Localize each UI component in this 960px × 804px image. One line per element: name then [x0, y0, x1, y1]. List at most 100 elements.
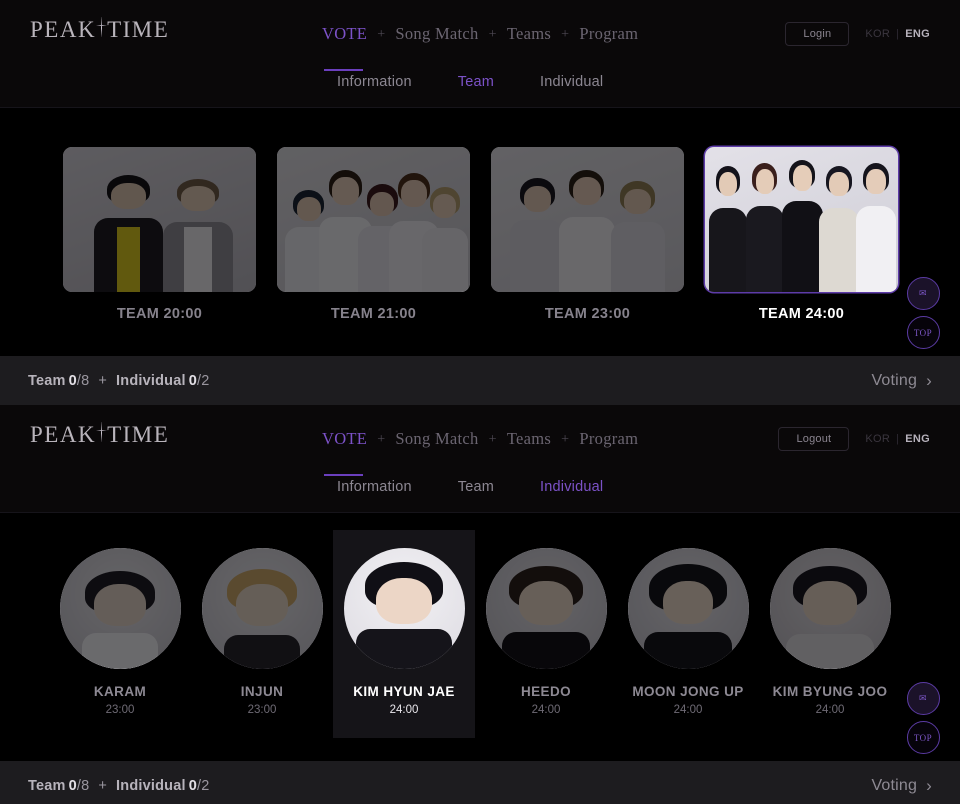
person-card[interactable]: MOON JONG UP 24:00 [617, 530, 759, 738]
nav-item-vote[interactable]: VOTE [322, 24, 367, 71]
tally-team-max: /8 [76, 372, 90, 389]
logo-peak-time[interactable]: PEAK TIME [30, 422, 169, 448]
team-card[interactable]: TEAM 21:00 [277, 147, 470, 322]
lang-separator: | [896, 433, 900, 445]
person-card[interactable]: HEEDO 24:00 [475, 530, 617, 738]
logo-text-time: TIME [107, 17, 170, 42]
person-name: INJUN [240, 684, 284, 699]
lang-eng[interactable]: ENG [905, 433, 930, 445]
vote-tally-2: Team 0 /8 + Individual 0 /2 [28, 778, 209, 794]
photo-dim-overlay [485, 548, 607, 669]
team-card[interactable]: TEAM 20:00 [63, 147, 256, 322]
person-time: 23:00 [247, 704, 277, 716]
voting-button-2[interactable]: Voting › [871, 776, 932, 796]
photo-dim-overlay [627, 548, 749, 669]
lang-eng[interactable]: ENG [905, 28, 930, 40]
tally-individual-count: 0 [188, 372, 197, 389]
language-switcher-2: KOR | ENG [865, 433, 930, 445]
nav-active-underline [324, 69, 363, 71]
person-card[interactable]: KARAM 23:00 [49, 530, 191, 738]
chat-icon-button[interactable]: ✉ [906, 682, 940, 715]
photo-dim-overlay [63, 147, 256, 292]
avatar [201, 548, 323, 669]
tab-individual[interactable]: Individual [540, 479, 603, 495]
nav-item-program[interactable]: Program [579, 24, 638, 46]
person-card-selected[interactable]: KIM HYUN JAE 24:00 [333, 530, 475, 738]
voting-button-1[interactable]: Voting › [871, 371, 932, 391]
person-time: 23:00 [105, 704, 135, 716]
nav-item-program[interactable]: Program [579, 429, 638, 451]
nav-item-vote[interactable]: VOTE [322, 429, 367, 476]
page-root: PEAK TIME VOTE + Song Match + Teams + Pro… [0, 0, 960, 804]
chat-icon-button[interactable]: ✉ [906, 277, 940, 310]
logo-peak-time[interactable]: PEAK TIME [30, 17, 169, 43]
avatar [343, 548, 465, 669]
tab-individual[interactable]: Individual [540, 74, 603, 90]
team-label: TEAM 20:00 [116, 306, 203, 322]
person-name: MOON JONG UP [632, 684, 744, 699]
vote-footer-1: Team 0 /8 + Individual 0 /2 Voting › [0, 355, 960, 405]
nav-separator: + [561, 432, 570, 447]
main-nav-1: VOTE + Song Match + Teams + Program [322, 24, 638, 71]
person-name: KARAM [93, 684, 147, 699]
team-card[interactable]: TEAM 23:00 [491, 147, 684, 322]
photo-dim-overlay [491, 147, 684, 292]
tally-team-count: 0 [68, 777, 77, 794]
chevron-right-icon: › [926, 370, 932, 390]
tally-individual-max: /2 [196, 372, 210, 389]
lang-kor[interactable]: KOR [865, 28, 890, 40]
lang-kor[interactable]: KOR [865, 433, 890, 445]
team-card-selected[interactable]: TEAM 24:00 [705, 147, 898, 322]
logo-text-peak: PEAK [30, 17, 97, 42]
tab-team[interactable]: Team [458, 74, 494, 90]
lang-separator: | [896, 28, 900, 40]
nav-item-song-match[interactable]: Song Match [395, 429, 478, 451]
tally-team-count: 0 [68, 372, 77, 389]
nav-separator: + [377, 27, 386, 42]
person-name: KIM BYUNG JOO [772, 684, 888, 699]
scroll-to-top-button[interactable]: TOP [906, 316, 940, 349]
avatar [59, 548, 181, 669]
nav-separator: + [488, 432, 497, 447]
person-time: 24:00 [389, 704, 419, 716]
logo-text-time: TIME [107, 422, 170, 447]
tally-team-word: Team [28, 372, 66, 389]
photo-dim-overlay [344, 548, 465, 669]
tally-individual-max: /2 [196, 777, 210, 794]
vote-footer-2: Team 0 /8 + Individual 0 /2 Voting › [0, 760, 960, 804]
chevron-right-icon: › [926, 775, 932, 795]
tally-individual-word: Individual [116, 777, 186, 794]
person-time: 24:00 [815, 704, 845, 716]
scroll-to-top-button[interactable]: TOP [906, 721, 940, 754]
sparkle-icon [96, 17, 108, 37]
tab-team[interactable]: Team [458, 479, 494, 495]
tab-information[interactable]: Information [337, 479, 412, 495]
tally-team-max: /8 [76, 777, 90, 794]
tab-information[interactable]: Information [337, 74, 412, 90]
tally-individual-count: 0 [188, 777, 197, 794]
nav-item-teams[interactable]: Teams [507, 24, 551, 46]
person-time: 24:00 [673, 704, 703, 716]
floating-action-buttons-2: ✉ TOP [900, 676, 946, 754]
section-individual: PEAK TIME VOTE + Song Match + Teams + Pro… [0, 405, 960, 804]
voting-label: Voting [871, 776, 918, 794]
login-button[interactable]: Login [785, 22, 850, 46]
site-header-1: PEAK TIME VOTE + Song Match + Teams + Pro… [0, 0, 960, 108]
person-card[interactable]: KIM BYUNG JOO 24:00 [759, 530, 901, 738]
language-switcher-1: KOR | ENG [865, 28, 930, 40]
avatar [485, 548, 607, 669]
nav-item-teams[interactable]: Teams [507, 429, 551, 451]
person-card[interactable]: INJUN 23:00 [191, 530, 333, 738]
auth-area-1: Login KOR | ENG [785, 22, 930, 46]
tally-plus: + [98, 777, 108, 794]
nav-item-song-match[interactable]: Song Match [395, 24, 478, 46]
logout-button[interactable]: Logout [778, 427, 850, 451]
logo-text-peak: PEAK [30, 422, 97, 447]
team-thumbnail [491, 147, 684, 292]
sub-tabs-1: Information Team Individual [337, 74, 603, 90]
photo-dim-overlay [59, 548, 181, 669]
photo-dim-overlay [201, 548, 323, 669]
tally-team-word: Team [28, 777, 66, 794]
avatar [769, 548, 891, 669]
photo-dim-overlay [705, 147, 898, 292]
